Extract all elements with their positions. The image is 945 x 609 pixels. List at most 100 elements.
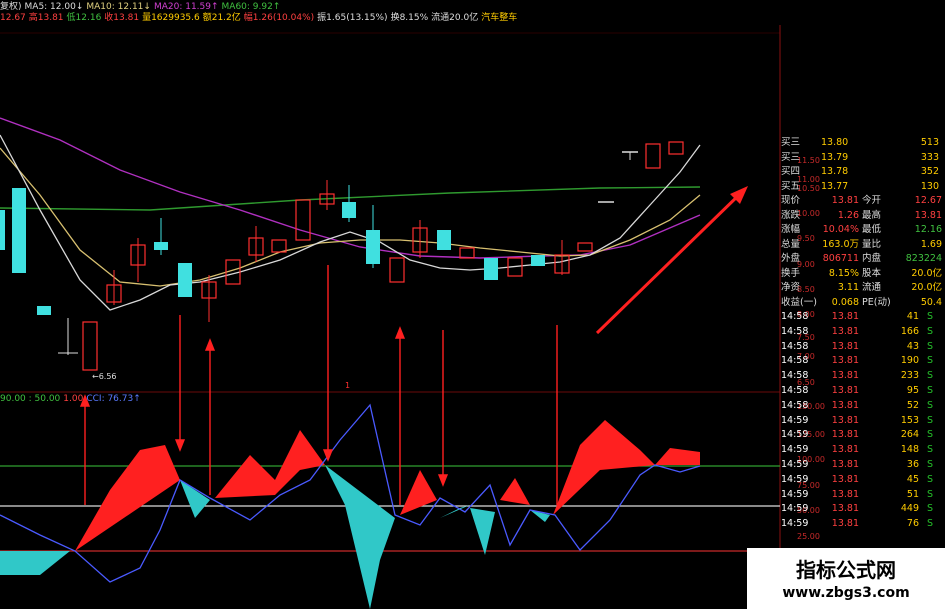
tick-cell: S <box>926 518 934 530</box>
order-book: 买三 13.80 513 买三 13.79 333 买四 13.78 352 买五 13.77 130 <box>781 136 945 194</box>
tick-cell: S <box>926 384 934 396</box>
order-book-row: 买三 13.80 513 <box>781 136 945 151</box>
ma5-line <box>0 134 701 311</box>
tick-cell: S <box>926 414 934 426</box>
tick-row: 14:58 13.81 166 S <box>781 325 945 340</box>
stats-row: 总量 163.0万 量比 1.69 <box>781 238 945 253</box>
order-book-cell: 买三 <box>781 137 801 148</box>
tick-cell: 14:58 <box>781 355 809 367</box>
quote-header-item-0: 12.67 <box>0 13 26 23</box>
tick-cell: 14:59 <box>781 429 809 441</box>
quote-header-item-5: 额21.2亿 <box>202 13 241 23</box>
tick-cell: 449 <box>900 503 919 515</box>
tick-row: 14:59 13.81 153 S <box>781 414 945 429</box>
stats-cell: 3.11 <box>837 282 859 293</box>
tick-cell: S <box>926 473 934 485</box>
tick-cell: 264 <box>900 429 919 441</box>
quote-header-item-6: 幅1.26(10.04%) <box>243 13 315 23</box>
order-book-cell: 13.77 <box>821 180 849 192</box>
order-book-cell: 买四 <box>781 166 801 177</box>
tick-row: 14:59 13.81 264 S <box>781 428 945 443</box>
tick-row: 14:59 13.81 148 S <box>781 443 945 458</box>
tick-cell: 13.81 <box>831 518 859 530</box>
tick-cell: 51 <box>906 488 919 500</box>
watermark-title: 指标公式网 <box>796 558 896 582</box>
tick-cell: S <box>926 325 934 337</box>
stats-cell: 0.068 <box>831 296 859 308</box>
stats-cell: 涨幅 <box>781 224 801 235</box>
stats-cell: 12.67 <box>914 195 942 206</box>
order-book-cell: 13.80 <box>821 137 849 148</box>
tick-cell: 13.81 <box>831 399 859 411</box>
tick-cell: 13.81 <box>831 370 859 382</box>
tick-cell: 14:58 <box>781 399 809 411</box>
ma-header: 复权) MA5: 12.00↓ MA10: 12.11↓ MA20: 11.59↑ MA… <box>0 2 283 12</box>
stats-cell: 涨跌 <box>781 209 801 221</box>
tick-row: 14:59 13.81 45 S <box>781 473 945 488</box>
tick-row: 14:58 13.81 95 S <box>781 384 945 399</box>
indicator-header-item-0: 90.00 : 50.00 <box>0 394 61 404</box>
stats-cell: 总量 <box>781 238 801 250</box>
tick-cell: 190 <box>900 355 919 367</box>
tick-cell: 14:59 <box>781 518 809 530</box>
tick-cell: 13.81 <box>831 340 859 352</box>
stats-cell: 股本 <box>862 267 882 279</box>
watermark: 指标公式网 www.zbgs3.com <box>747 548 945 609</box>
order-book-cell: 买三 <box>781 151 801 163</box>
order-book-cell: 352 <box>920 166 939 177</box>
tick-cell: 13.81 <box>831 311 859 322</box>
tick-row: 14:58 13.81 233 S <box>781 369 945 384</box>
mini-marker: 1 <box>345 381 351 390</box>
quote-header-item-2: 低12.16 <box>66 13 102 23</box>
stats-row: 净资 3.11 流通 20.0亿 <box>781 281 945 296</box>
tick-cell: S <box>926 370 934 382</box>
tick-cell: 166 <box>900 325 919 337</box>
indicator-header-item-2: CCI: 76.73↑ <box>86 394 141 404</box>
order-book-row: 买五 13.77 130 <box>781 180 945 195</box>
tick-row: 14:58 13.81 190 S <box>781 354 945 369</box>
stats-table: 现价 13.81 今开 12.67 涨跌 1.26 最高 13.81 涨幅 10.04% 最低 12.… <box>781 194 945 310</box>
tick-cell: 14:58 <box>781 384 809 396</box>
tick-cell: S <box>926 399 934 411</box>
tick-cell: S <box>926 355 934 367</box>
tick-cell: S <box>926 444 934 456</box>
stats-cell: 50.4 <box>920 296 942 308</box>
ma-header-item-4: MA60: 9.92↑ <box>221 2 281 12</box>
stats-cell: 1.69 <box>920 238 942 250</box>
order-book-cell: 130 <box>920 180 939 192</box>
trend-arrow <box>595 186 748 335</box>
tick-cell: 14:58 <box>781 325 809 337</box>
ma-header-item-1: MA5: 12.00↓ <box>24 2 84 12</box>
tick-cell: 95 <box>906 384 919 396</box>
quote-header-item-7: 振1.65(13.15%) <box>317 13 388 23</box>
order-book-cell: 买五 <box>781 180 801 192</box>
tick-cell: 14:59 <box>781 488 809 500</box>
tick-cell: 13.81 <box>831 488 859 500</box>
order-book-row: 买三 13.79 333 <box>781 151 945 166</box>
stats-cell: 20.0亿 <box>911 267 942 279</box>
stats-cell: 13.81 <box>914 209 942 221</box>
low-price-label: ←6.56 <box>92 372 117 381</box>
tick-cell: 45 <box>906 473 919 485</box>
cci-fills <box>0 420 700 609</box>
stats-cell: 外盘 <box>781 253 801 264</box>
tick-cell: 13.81 <box>831 414 859 426</box>
ma-header-item-3: MA20: 11.59↑ <box>153 2 219 12</box>
candles <box>0 141 684 371</box>
tick-cell: 14:59 <box>781 473 809 485</box>
stats-cell: 流通 <box>862 282 882 293</box>
tick-cell: 13.81 <box>831 503 859 515</box>
tick-row: 14:59 13.81 36 S <box>781 458 945 473</box>
tick-cell: 13.81 <box>831 458 859 470</box>
tick-cell: 14:59 <box>781 458 809 470</box>
tick-cell: 52 <box>906 399 919 411</box>
indicator-header: 90.00 : 50.00 1.00 CCI: 76.73↑ <box>0 394 144 404</box>
tick-list: 14:58 13.81 41 S 14:58 13.81 166 S 14:58 13.81 43 S… <box>781 310 945 532</box>
stats-cell: 806711 <box>822 253 859 264</box>
tick-cell: 13.81 <box>831 429 859 441</box>
order-book-row: 买四 13.78 352 <box>781 165 945 180</box>
tick-cell: 14:59 <box>781 503 809 515</box>
tick-row: 14:58 13.81 41 S <box>781 310 945 325</box>
tick-cell: S <box>926 488 934 500</box>
stats-cell: 823224 <box>905 253 942 264</box>
